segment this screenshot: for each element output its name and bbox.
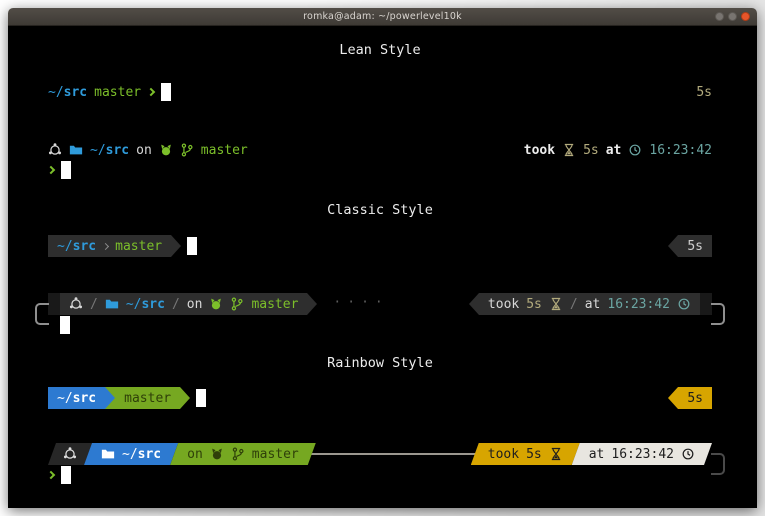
segment-separator: /	[90, 297, 98, 312]
git-branch-label: master	[252, 447, 299, 462]
prompt-gap-filler: ····	[317, 293, 469, 315]
terminal-cursor	[60, 316, 70, 334]
timestamp: 16:23:42	[649, 143, 712, 158]
os-icon	[63, 447, 77, 462]
folder-icon	[101, 447, 115, 462]
folder-icon	[69, 143, 83, 158]
at-label: at	[585, 297, 601, 312]
current-directory: ~/src	[126, 297, 165, 312]
octocat-icon	[159, 143, 173, 158]
prompt-frame-right	[711, 303, 725, 325]
on-label: on	[187, 447, 203, 462]
powerline-arrow-icon	[105, 387, 115, 409]
prompt-frame-right	[711, 453, 725, 475]
segment-separator: /	[570, 297, 578, 312]
rainbow-prompt-twoline-bottom	[48, 465, 712, 485]
octocat-icon	[209, 297, 223, 312]
git-branch-label: master	[201, 143, 248, 158]
powerline-arrow-icon	[307, 293, 317, 315]
rainbow-style-heading: Rainbow Style	[48, 355, 712, 371]
on-label: on	[187, 297, 203, 312]
terminal-cursor	[61, 466, 71, 484]
os-icon	[48, 143, 62, 158]
prompt-chevron-icon	[47, 471, 55, 479]
command-duration: 5s	[678, 235, 712, 257]
terminal-cursor	[196, 389, 206, 407]
at-label: at	[606, 143, 622, 158]
lean-style-heading: Lean Style	[48, 42, 712, 58]
git-branch-icon	[231, 447, 245, 462]
close-button[interactable]	[741, 12, 750, 21]
maximize-button[interactable]	[728, 12, 737, 21]
classic-prompt-twoline: / ~/src / on master ···· took 5s	[48, 293, 712, 335]
window-titlebar[interactable]: romka@adam: ~/powerlevel10k	[8, 8, 757, 26]
terminal-cursor	[161, 83, 171, 101]
lean-prompt-oneline: ~/src master 5s	[48, 82, 712, 102]
git-branch-label: master	[94, 85, 141, 100]
classic-prompt-twoline-top: / ~/src / on master ···· took 5s	[48, 293, 712, 315]
octocat-icon	[210, 447, 224, 462]
prompt-chevron-icon	[147, 88, 155, 96]
prompt-frame-left	[35, 303, 49, 325]
command-duration: 5s	[526, 297, 542, 312]
timestamp: 16:23:42	[611, 447, 674, 462]
git-branch-label: master	[115, 239, 162, 254]
current-directory: ~/src	[90, 143, 129, 158]
powerline-arrow-icon	[180, 387, 190, 409]
command-duration: 5s	[583, 143, 599, 158]
segment-separator: /	[172, 297, 180, 312]
hourglass-icon	[549, 297, 563, 312]
command-duration: 5s	[696, 85, 712, 100]
classic-prompt-oneline: ~/src master 5s	[48, 235, 712, 257]
terminal-window: romka@adam: ~/powerlevel10k Lean Style ~…	[8, 8, 757, 508]
current-directory: ~/src	[48, 85, 87, 100]
segment-end-cap	[48, 293, 60, 315]
took-label: took	[524, 143, 555, 158]
clock-icon	[681, 447, 695, 462]
git-branch-icon	[230, 297, 244, 312]
rainbow-prompt-oneline: ~/src master 5s	[48, 387, 712, 409]
prompt-gap-line	[311, 453, 476, 455]
terminal-body[interactable]: Lean Style ~/src master 5s ~/src on mast…	[8, 26, 757, 508]
terminal-cursor	[187, 237, 197, 255]
took-label: took	[488, 297, 519, 312]
lean-prompt-twoline-bottom	[48, 160, 712, 180]
git-branch-label: master	[124, 391, 171, 406]
window-controls	[715, 8, 750, 25]
clock-icon	[628, 143, 642, 158]
terminal-cursor	[61, 161, 71, 179]
os-icon	[69, 297, 83, 312]
rainbow-prompt-twoline-top: ~/src on master took 5s at 16:23:42	[48, 443, 712, 465]
classic-prompt-twoline-bottom	[48, 315, 712, 335]
folder-icon	[105, 297, 119, 312]
lean-prompt-twoline-top: ~/src on master took 5s at 16:23:42	[48, 140, 712, 160]
current-directory: ~/src	[122, 447, 161, 462]
hourglass-icon	[562, 143, 576, 158]
current-directory: ~/src	[57, 239, 96, 254]
classic-style-heading: Classic Style	[48, 202, 712, 218]
took-label: took	[488, 447, 519, 462]
clock-icon	[677, 297, 691, 312]
timestamp: 16:23:42	[607, 297, 670, 312]
prompt-chevron-icon	[47, 166, 55, 174]
powerline-arrow-icon	[171, 235, 181, 257]
segment-separator-icon	[102, 242, 109, 249]
git-branch-icon	[180, 143, 194, 158]
powerline-arrow-icon	[668, 387, 678, 409]
current-directory: ~/src	[57, 391, 96, 406]
minimize-button[interactable]	[715, 12, 724, 21]
hourglass-icon	[549, 447, 563, 462]
command-duration: 5s	[678, 387, 712, 409]
powerline-arrow-icon	[668, 235, 678, 257]
rainbow-prompt-twoline: ~/src on master took 5s at 16:23:42	[48, 443, 712, 485]
git-branch-label: master	[251, 297, 298, 312]
window-title: romka@adam: ~/powerlevel10k	[8, 11, 757, 22]
powerline-arrow-icon	[469, 293, 479, 315]
command-duration: 5s	[526, 447, 542, 462]
at-label: at	[589, 447, 605, 462]
on-label: on	[136, 143, 152, 158]
